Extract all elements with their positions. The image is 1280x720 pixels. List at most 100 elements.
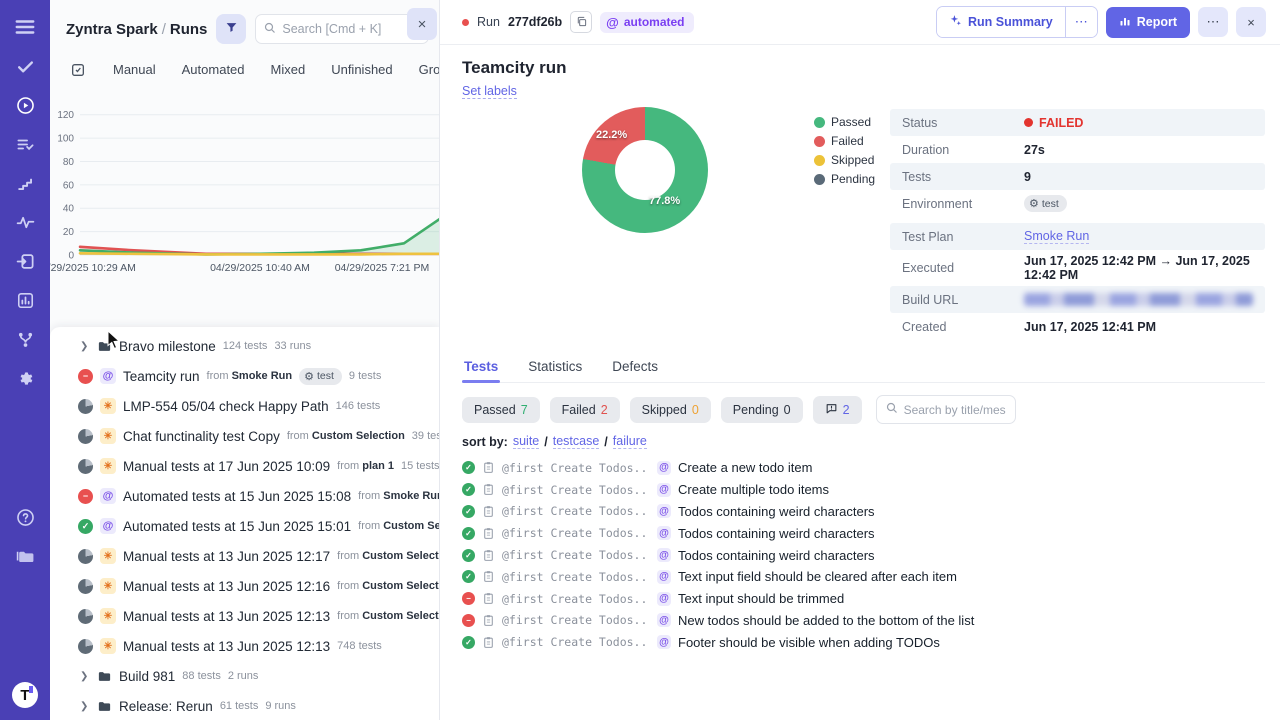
runs-tab-manual[interactable]: Manual xyxy=(100,58,169,81)
breadcrumb-current: Runs xyxy=(169,20,208,38)
activity-icon[interactable] xyxy=(12,209,38,235)
runs-tab-mixed[interactable]: Mixed xyxy=(258,58,319,81)
set-labels-link[interactable]: Set labels xyxy=(462,84,517,99)
runs-tab-unfinished[interactable]: Unfinished xyxy=(318,58,405,81)
chevron-right-icon[interactable]: ❯ xyxy=(80,701,90,712)
test-row[interactable]: ✓ @first Create Todos... @ Text input field… xyxy=(462,566,1265,588)
filter-chip-pending[interactable]: Pending 0 xyxy=(720,396,803,423)
copy-run-id-button[interactable] xyxy=(570,11,593,33)
run-summary-more-button[interactable]: ⋯ xyxy=(1064,7,1097,37)
bar-chart-icon[interactable] xyxy=(12,287,38,313)
help-icon[interactable] xyxy=(12,504,38,530)
chevron-right-icon[interactable]: ❯ xyxy=(80,341,90,352)
tab-defects[interactable]: Defects xyxy=(610,353,660,382)
more-actions-button[interactable]: ⋯ xyxy=(1198,7,1228,37)
automated-icon: @ xyxy=(606,14,619,30)
test-title: Create multiple todo items xyxy=(678,482,830,498)
legend-dot xyxy=(814,116,825,128)
tests-search-input[interactable] xyxy=(903,402,1006,417)
tab-statistics[interactable]: Statistics xyxy=(526,353,584,382)
chevron-right-icon[interactable]: ❯ xyxy=(80,671,90,682)
runs-run-row[interactable]: ✳ Manual tests at 13 Jun 2025 12:16 from C… xyxy=(50,571,439,601)
test-row[interactable]: ✓ @first Create Todos... @ Todos containing… xyxy=(462,501,1265,523)
close-detail-button[interactable]: × xyxy=(1236,7,1266,37)
run-tests-count: 39 tests xyxy=(411,430,439,442)
test-status-icon-passed: ✓ xyxy=(462,504,475,518)
filter-chip-passed[interactable]: Passed 7 xyxy=(462,396,540,423)
runs-run-row[interactable]: − @ Automated tests at 15 Jun 2025 15:08 fr… xyxy=(50,481,439,511)
run-from: from Custom Selection xyxy=(337,610,439,622)
runs-tab-groups[interactable]: Groups xyxy=(406,58,439,81)
test-title: Todos containing weird characters xyxy=(678,503,875,519)
legend-item-passed[interactable]: Passed xyxy=(814,115,875,129)
breadcrumb-project[interactable]: Zyntra Spark xyxy=(66,21,158,38)
runs-run-row[interactable]: ✳ LMP-554 05/04 check Happy Path 146 tests xyxy=(50,391,439,421)
test-row[interactable]: ✓ @first Create Todos... @ Todos containing… xyxy=(462,544,1265,566)
legend-label: Pending xyxy=(831,172,876,186)
branch-icon[interactable] xyxy=(12,326,38,352)
run-summary-button[interactable]: Run Summary xyxy=(936,7,1065,37)
folder-name: Release: Rerun xyxy=(119,698,213,714)
runs-run-row[interactable]: ✳ Manual tests at 13 Jun 2025 12:17 from C… xyxy=(50,541,439,571)
select-all-icon[interactable] xyxy=(70,62,86,78)
test-plan-link[interactable]: Smoke Run xyxy=(1024,229,1090,244)
play-circle-icon[interactable] xyxy=(12,92,38,118)
automated-icon: @ xyxy=(657,526,671,541)
runs-run-row[interactable]: ✳ Manual tests at 17 Jun 2025 10:09 from p… xyxy=(50,451,439,481)
close-panel-button[interactable]: × xyxy=(407,8,437,40)
test-suite-path: @first Create Todos... xyxy=(502,635,650,650)
runs-folder-row[interactable]: ❯ Bravo milestone 124 tests 33 runs xyxy=(50,331,439,361)
gear-icon[interactable] xyxy=(12,365,38,391)
run-title: Automated tests at 15 Jun 2025 15:01 xyxy=(123,518,352,534)
runs-search[interactable] xyxy=(255,14,429,44)
run-status-icon-failed: − xyxy=(78,488,93,504)
report-chart-icon xyxy=(1119,15,1131,30)
detail-row-build-url: Build URL xyxy=(890,286,1265,313)
runs-run-row[interactable]: − @ Teamcity run from Smoke Run ⚙ test 9 tests xyxy=(50,361,439,391)
sort-link-suite[interactable]: suite xyxy=(512,434,540,449)
runs-run-row[interactable]: ✳ Manual tests at 13 Jun 2025 12:13 from C… xyxy=(50,601,439,631)
comments-filter-chip[interactable]: 2 xyxy=(812,395,862,424)
folders-icon[interactable] xyxy=(12,543,38,569)
runs-run-row[interactable]: ✳ Chat functinality test Copy from Custom … xyxy=(50,421,439,451)
runs-folder-row[interactable]: ❯ Build 981 88 tests 2 runs xyxy=(50,661,439,691)
automated-icon: @ xyxy=(657,569,671,584)
runs-search-input[interactable] xyxy=(282,22,420,36)
test-row[interactable]: ✓ @first Create Todos... @ Create multiple … xyxy=(462,479,1265,501)
import-icon[interactable] xyxy=(12,248,38,274)
menu-icon[interactable] xyxy=(12,14,38,40)
sort-link-testcase[interactable]: testcase xyxy=(552,434,600,449)
run-from: from Custom Selection xyxy=(286,430,405,442)
test-row[interactable]: − @first Create Todos... @ New todos should… xyxy=(462,610,1265,632)
detail-row-executed: Executed Jun 17, 2025 12:42 PM → Jun 17, … xyxy=(890,250,1265,286)
manual-icon: ✳ xyxy=(100,398,116,414)
sort-link-failure[interactable]: failure xyxy=(612,434,647,449)
logo-t[interactable]: T xyxy=(12,682,38,708)
tests-search[interactable] xyxy=(875,395,1016,424)
runs-run-row[interactable]: ✓ @ Automated tests at 15 Jun 2025 15:01 fr… xyxy=(50,511,439,541)
folder-tests-count: 124 tests xyxy=(222,340,268,352)
steps-icon[interactable] xyxy=(12,170,38,196)
runs-folder-row[interactable]: ❯ Release: Rerun 61 tests 9 runs xyxy=(50,691,439,720)
runs-tab-automated[interactable]: Automated xyxy=(169,58,258,81)
filter-chip-skipped[interactable]: Skipped 0 xyxy=(629,396,711,423)
legend-item-failed[interactable]: Failed xyxy=(814,134,875,148)
run-status-icon-neutral xyxy=(78,578,93,594)
filter-chip-failed[interactable]: Failed 2 xyxy=(549,396,620,423)
tab-tests[interactable]: Tests xyxy=(462,353,501,383)
legend-item-pending[interactable]: Pending xyxy=(814,172,875,186)
test-row[interactable]: − @first Create Todos... @ Text input shoul… xyxy=(462,588,1265,610)
list-check-icon[interactable] xyxy=(12,131,38,157)
legend-item-skipped[interactable]: Skipped xyxy=(814,153,875,167)
detail-label: Status xyxy=(902,115,938,130)
runs-run-row[interactable]: ✳ Manual tests at 13 Jun 2025 12:13 748 te… xyxy=(50,631,439,661)
manual-icon: ✳ xyxy=(100,428,116,444)
run-summary-label: Run Summary xyxy=(967,15,1053,29)
report-button[interactable]: Report xyxy=(1105,6,1190,38)
run-detail-panel: Run 277df26b @ automated Run Summary ⋯ R… xyxy=(440,0,1280,720)
check-icon[interactable] xyxy=(12,53,38,79)
test-row[interactable]: ✓ @first Create Todos... @ Create a new tod… xyxy=(462,457,1265,479)
test-row[interactable]: ✓ @first Create Todos... @ Todos containing… xyxy=(462,522,1265,544)
filter-button[interactable] xyxy=(216,14,247,44)
test-row[interactable]: ✓ @first Create Todos... @ Footer should be… xyxy=(462,631,1265,653)
